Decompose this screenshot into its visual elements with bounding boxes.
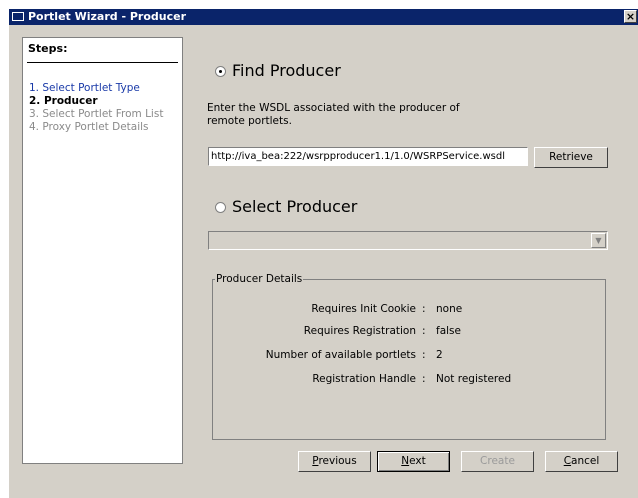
cancel-mnemonic: C (563, 455, 572, 467)
wsdl-url-input[interactable]: http://iva_bea:222/wsrpproducer1.1/1.0/W… (208, 147, 528, 166)
close-icon[interactable]: × (624, 10, 637, 23)
next-mnemonic: N (401, 455, 410, 467)
requires-init-cookie-label: Requires Init Cookie (311, 303, 416, 315)
title-bar[interactable]: Portlet Wizard - Producer × (9, 9, 638, 25)
producer-details-legend: Producer Details (215, 273, 304, 286)
step-proxy-portlet-details: 4. Proxy Portlet Details (29, 121, 149, 133)
steps-heading: Steps: (28, 42, 68, 55)
row-separator: : (422, 349, 426, 361)
cancel-button[interactable]: Cancel (545, 451, 618, 472)
next-label-rest: ext (409, 455, 426, 467)
producer-dropdown[interactable]: ▼ (208, 231, 608, 250)
row-separator: : (422, 303, 426, 315)
cancel-label-rest: ancel (571, 455, 600, 467)
retrieve-button[interactable]: Retrieve (534, 147, 608, 168)
window-title: Portlet Wizard - Producer (28, 10, 187, 23)
previous-label-rest: revious (318, 455, 357, 467)
select-producer-label[interactable]: Select Producer (232, 197, 357, 216)
radio-selected-dot (219, 70, 222, 73)
wsdl-description: Enter the WSDL associated with the produ… (207, 102, 460, 127)
step-producer: 2. Producer (29, 95, 98, 107)
steps-panel: Steps: 1. Select Portlet Type 2. Produce… (22, 37, 183, 464)
previous-button[interactable]: Previous (298, 451, 371, 472)
registration-handle-value: Not registered (436, 373, 512, 385)
requires-init-cookie-value: none (436, 303, 463, 315)
registration-handle-label: Registration Handle (312, 373, 416, 385)
row-separator: : (422, 325, 426, 337)
requires-registration-label: Requires Registration (303, 325, 416, 337)
row-separator: : (422, 373, 426, 385)
create-button: Create (461, 451, 534, 472)
step-select-portlet-type[interactable]: 1. Select Portlet Type (29, 82, 163, 95)
step-select-portlet-from-list: 3. Select Portlet From List (29, 108, 164, 120)
steps-list: 1. Select Portlet Type 2. Producer 3. Se… (29, 82, 163, 134)
find-producer-radio[interactable] (215, 66, 226, 77)
window-icon (12, 12, 24, 21)
available-portlets-label: Number of available portlets (265, 349, 416, 361)
steps-divider (27, 62, 178, 63)
available-portlets-value: 2 (436, 349, 443, 361)
find-producer-label[interactable]: Find Producer (232, 61, 341, 80)
requires-registration-value: false (436, 325, 461, 337)
create-label: Create (480, 455, 515, 467)
chevron-down-icon[interactable]: ▼ (591, 233, 606, 248)
select-producer-radio[interactable] (215, 202, 226, 213)
retrieve-button-label: Retrieve (549, 151, 593, 163)
next-button[interactable]: Next (377, 451, 450, 472)
